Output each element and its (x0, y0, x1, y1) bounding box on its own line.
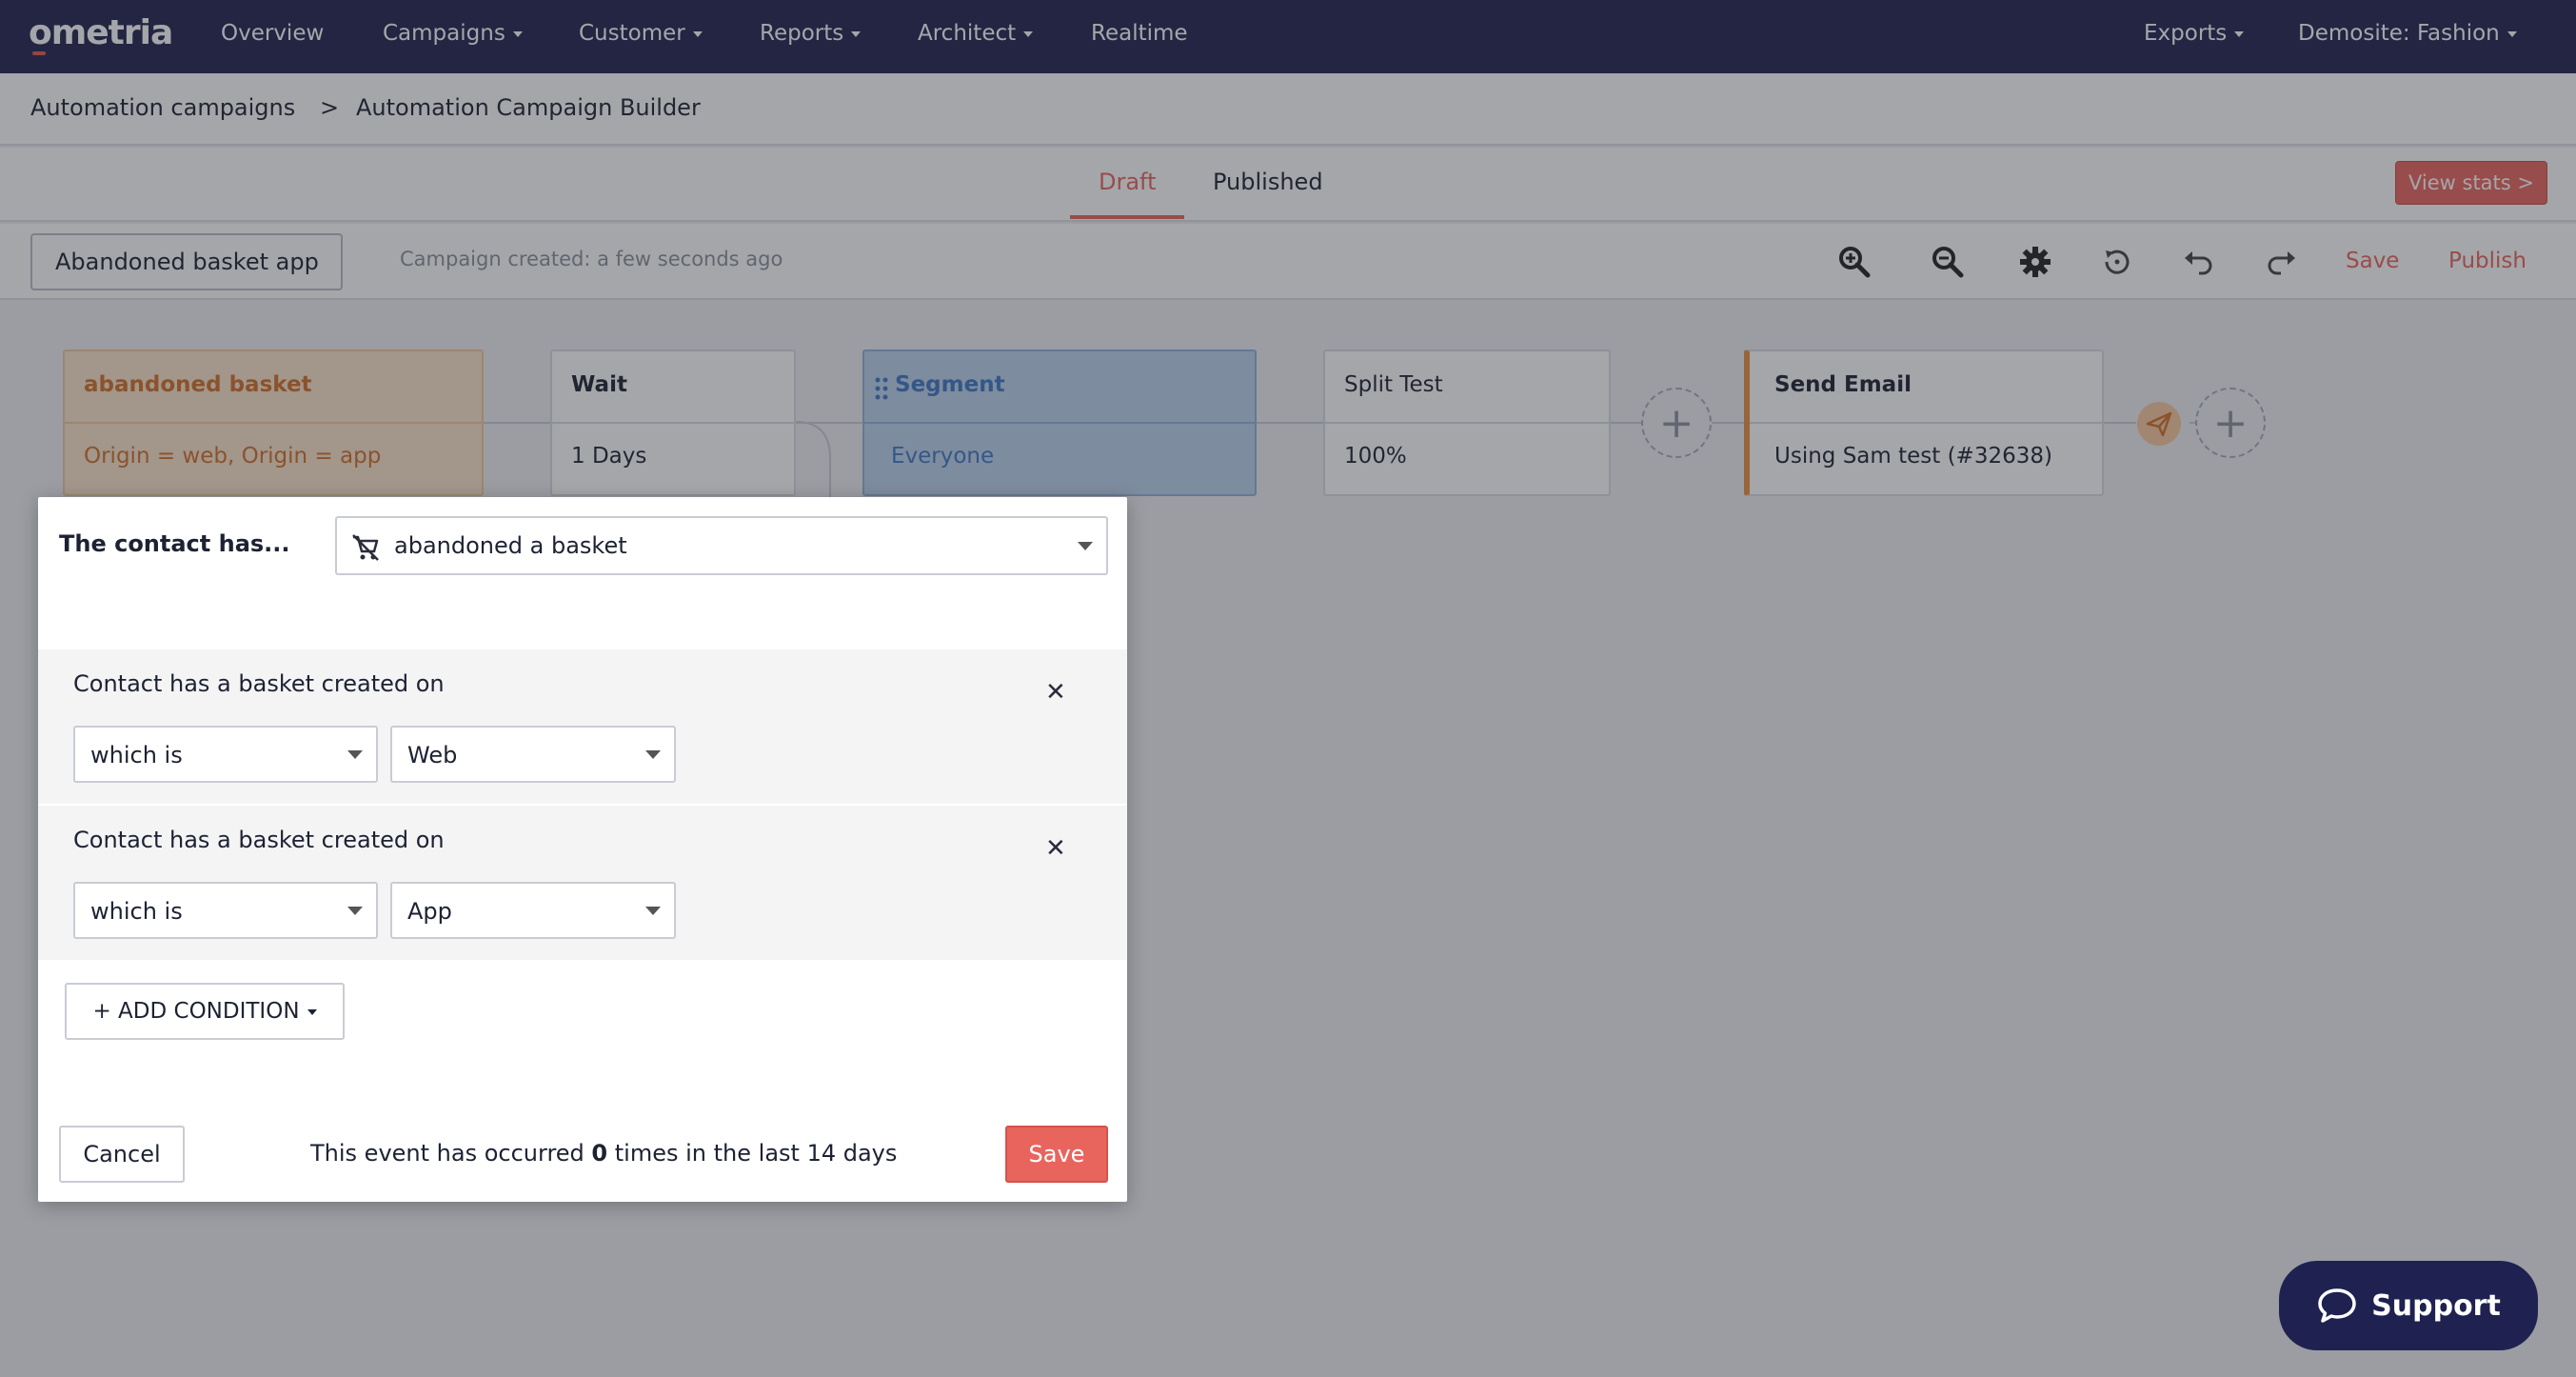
trigger-condition-modal: The contact has... abandoned a basket Co… (38, 497, 1127, 1202)
chevron-down-icon (645, 750, 661, 759)
condition-operator-select[interactable]: which is (73, 882, 378, 939)
condition-operator-select[interactable]: which is (73, 726, 378, 783)
chevron-down-icon (347, 907, 363, 915)
cart-remove-icon (352, 534, 379, 561)
support-label: Support (2371, 1288, 2501, 1323)
condition-label: Contact has a basket created on (73, 670, 445, 697)
add-condition-label: + ADD CONDITION (92, 999, 316, 1024)
chevron-down-icon (645, 907, 661, 915)
condition-label: Contact has a basket created on (73, 827, 445, 853)
occurred-count: 0 (591, 1140, 608, 1167)
condition-block: Contact has a basket created on ✕ which … (38, 649, 1127, 804)
chevron-down-icon (1078, 542, 1093, 550)
add-condition-button[interactable]: + ADD CONDITION (65, 983, 345, 1040)
condition-operator-value: which is (90, 898, 183, 925)
chevron-down-icon (347, 750, 363, 759)
condition-value: App (407, 898, 452, 925)
chat-bubble-icon (2318, 1288, 2356, 1323)
occurred-suffix: times in the last 14 days (614, 1140, 898, 1167)
condition-block: Contact has a basket created on ✕ which … (38, 806, 1127, 960)
condition-value-select[interactable]: App (390, 882, 676, 939)
condition-value-select[interactable]: Web (390, 726, 676, 783)
support-button[interactable]: Support (2279, 1261, 2538, 1350)
event-occurrence-summary: This event has occurred 0 times in the l… (310, 1140, 897, 1167)
save-button[interactable]: Save (1005, 1126, 1108, 1183)
remove-condition-icon[interactable]: ✕ (1045, 834, 1066, 863)
occurred-prefix: This event has occurred (310, 1140, 585, 1167)
condition-operator-value: which is (90, 742, 183, 768)
event-type-select[interactable]: abandoned a basket (335, 516, 1108, 575)
condition-value: Web (407, 742, 458, 768)
contact-has-label: The contact has... (59, 530, 290, 557)
remove-condition-icon[interactable]: ✕ (1045, 678, 1066, 707)
event-type-value: abandoned a basket (394, 532, 627, 559)
cancel-button[interactable]: Cancel (59, 1126, 185, 1183)
